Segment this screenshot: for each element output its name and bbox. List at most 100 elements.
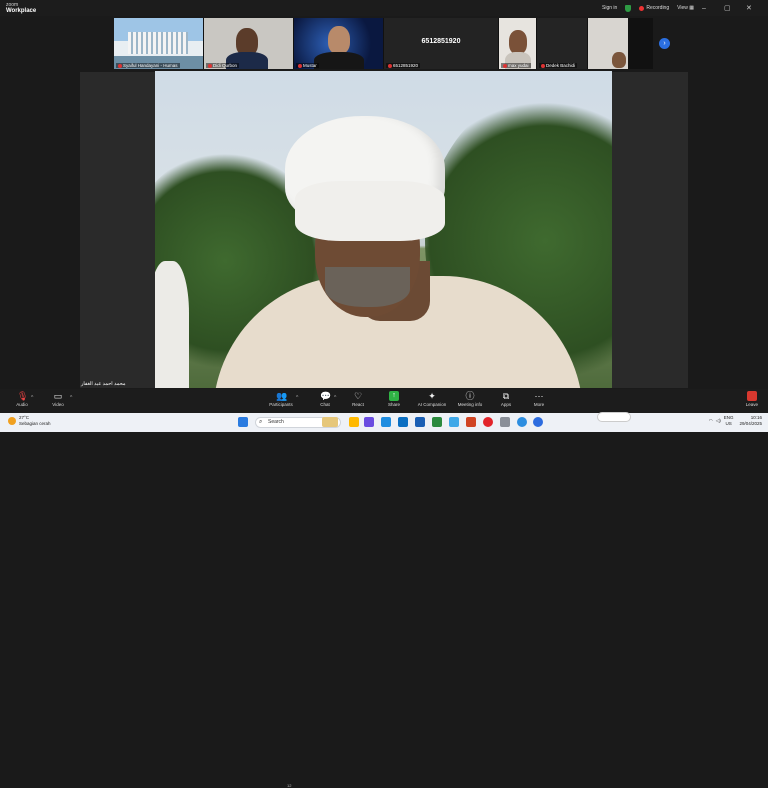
audio-button[interactable]: 🎙 Audio	[12, 391, 32, 411]
file-explorer-icon[interactable]	[349, 417, 359, 427]
participants-icon: 👥	[276, 391, 288, 401]
powerpoint-icon[interactable]	[466, 417, 476, 427]
building-image	[128, 32, 188, 54]
ai-companion-label: AI Companion	[417, 402, 447, 407]
side-person	[155, 261, 189, 388]
apps-label: Apps	[500, 402, 512, 407]
copilot-icon[interactable]	[364, 417, 374, 427]
leave-label: Leave	[745, 402, 758, 407]
settings-gear-icon[interactable]	[500, 417, 510, 427]
close-icon[interactable]: ✕	[746, 4, 760, 12]
search-placeholder: Search	[268, 419, 284, 425]
chat-caret-icon[interactable]: ^	[334, 395, 336, 401]
participants-button[interactable]: 👥 Participants	[266, 391, 296, 411]
participants-count: 12	[287, 783, 292, 788]
mic-muted-icon	[298, 63, 302, 68]
mic-muted-icon	[208, 63, 212, 68]
speaker-turban-band	[295, 181, 445, 241]
react-button[interactable]: ♡ React	[348, 391, 368, 411]
participant-tile[interactable]: Dedek Bachidi	[537, 18, 587, 69]
chat-icon: 💬	[320, 391, 332, 401]
photos-icon[interactable]	[449, 417, 459, 427]
participant-tile[interactable]: Mustar	[294, 18, 383, 69]
mic-muted-icon	[503, 63, 507, 68]
meeting-toolbar: 🎙 Audio ^ ▭ Video ^ 👥 Participants 12 ^ …	[0, 389, 768, 788]
excel-icon[interactable]	[432, 417, 442, 427]
active-speaker-video	[155, 71, 612, 388]
system-tray: ◠ ◁) ENG US 10:16 29/04/2025	[709, 415, 762, 427]
participant-tile[interactable]: Didi Qurbon	[204, 18, 293, 69]
mic-muted-icon: 🎙	[17, 391, 29, 401]
share-button[interactable]: ↑ Share	[384, 391, 404, 411]
maximize-icon[interactable]: ▢	[724, 4, 738, 12]
video-button[interactable]: ▭ Video	[48, 391, 68, 411]
recording-label: Recording	[646, 5, 670, 11]
participant-face	[328, 26, 350, 54]
participants-caret-icon[interactable]: ^	[296, 395, 298, 401]
windows-start-icon[interactable]	[238, 417, 248, 427]
participant-tile[interactable]: Syaiful Handayani - Humas	[114, 18, 203, 69]
chat-button[interactable]: 💬 Chat	[316, 391, 334, 411]
participant-face	[612, 52, 626, 68]
sun-icon	[8, 417, 16, 425]
recording-dot-icon	[639, 5, 645, 11]
mic-muted-icon	[118, 63, 122, 68]
react-label: React	[352, 402, 364, 407]
view-grid-icon: ▦	[689, 5, 694, 11]
participant-name: Mustar	[296, 63, 319, 68]
participant-name: max yudai	[501, 63, 531, 68]
more-label: More	[533, 402, 545, 407]
audio-label: Audio	[16, 402, 28, 407]
view-button[interactable]: View ▦	[677, 5, 694, 11]
video-caret-icon[interactable]: ^	[70, 395, 72, 401]
more-button[interactable]: ⋯ More	[529, 391, 549, 411]
brand-name: Workplace	[6, 8, 37, 14]
mini-meeting-pill[interactable]	[597, 412, 631, 422]
participant-name: Dedek Bachidi	[539, 63, 578, 68]
title-bar: zoom Workplace Sign in Recording View ▦ …	[0, 0, 768, 16]
word-icon[interactable]	[415, 417, 425, 427]
speaker-name-label: محمد احمد عبد الغفار	[81, 381, 126, 387]
info-icon: ⓘ	[465, 391, 475, 401]
weather-desc: Sebagian cerah	[19, 421, 51, 426]
speaker-beard	[325, 267, 410, 307]
opera-icon[interactable]	[483, 417, 493, 427]
meeting-info-label: Meeting info	[457, 402, 483, 407]
wifi-icon[interactable]: ◠	[709, 418, 713, 424]
participant-tile[interactable]: max yudai	[499, 18, 536, 69]
meeting-info-button[interactable]: ⓘ Meeting info	[455, 391, 485, 411]
security-shield-icon[interactable]	[625, 4, 632, 12]
apps-icon: ⧉	[502, 391, 510, 401]
clock[interactable]: 10:16 29/04/2025	[739, 415, 762, 427]
zoom-app-icon[interactable]	[533, 417, 543, 427]
news-widget-icon[interactable]	[322, 417, 338, 427]
more-dots-icon: ⋯	[534, 391, 544, 401]
weather-widget[interactable]: 27°C Sebagian cerah	[8, 415, 51, 427]
language-indicator[interactable]: ENG US	[724, 415, 734, 427]
participant-name: Syaiful Handayani - Humas	[116, 63, 180, 68]
sign-in-link[interactable]: Sign in	[602, 5, 617, 11]
recording-indicator[interactable]: Recording	[639, 5, 669, 11]
chrome-icon[interactable]	[517, 417, 527, 427]
volume-icon[interactable]: ◁)	[716, 418, 721, 424]
share-label: Share	[387, 402, 400, 407]
audio-caret-icon[interactable]: ^	[31, 395, 33, 401]
share-arrow-icon: ↑	[389, 391, 399, 401]
ai-companion-button[interactable]: ✦ AI Companion	[414, 391, 450, 411]
leave-button[interactable]: Leave	[746, 391, 758, 407]
camera-icon: ▭	[53, 391, 63, 401]
sparkle-icon: ✦	[428, 391, 436, 401]
participant-body	[314, 52, 364, 69]
zoom-logo: zoom Workplace	[6, 2, 36, 14]
participant-face	[509, 30, 527, 54]
participant-tile[interactable]	[588, 18, 628, 69]
apps-button[interactable]: ⧉ Apps	[496, 391, 516, 411]
store-icon[interactable]	[398, 417, 408, 427]
heart-icon: ♡	[353, 391, 363, 401]
minimize-icon[interactable]: –	[702, 5, 716, 12]
participant-tile[interactable]: 6512851920 6512851920	[384, 18, 498, 69]
gallery-next-arrow-icon[interactable]: ›	[659, 38, 670, 49]
participant-name: 6512851920	[386, 63, 421, 68]
edge-icon[interactable]	[381, 417, 391, 427]
mic-muted-icon	[541, 63, 545, 68]
